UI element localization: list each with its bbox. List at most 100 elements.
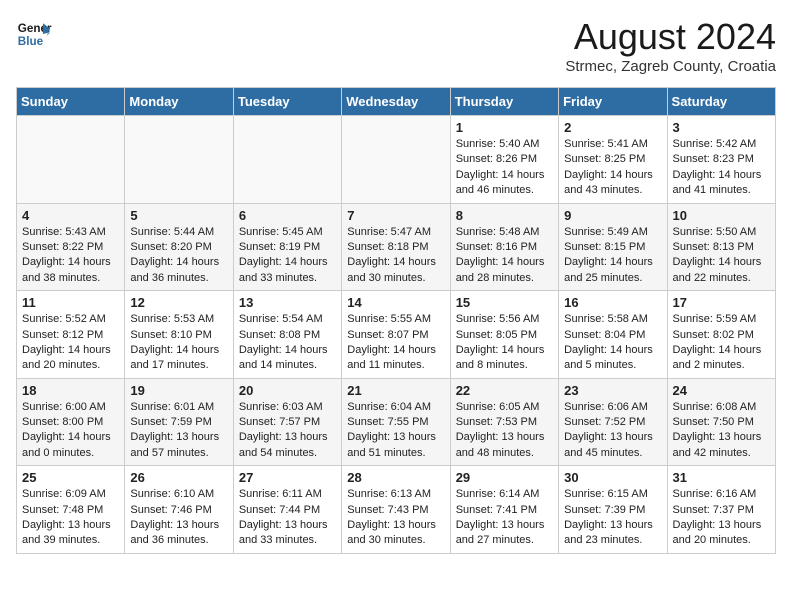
weekday-header: Sunday	[17, 88, 125, 116]
day-number: 17	[673, 295, 770, 310]
day-number: 13	[239, 295, 336, 310]
day-number: 5	[130, 208, 227, 223]
day-info: Sunrise: 5:53 AM Sunset: 8:10 PM Dayligh…	[130, 312, 227, 374]
day-number: 15	[456, 295, 553, 310]
day-info: Sunrise: 5:58 AM Sunset: 8:04 PM Dayligh…	[564, 312, 661, 374]
day-info: Sunrise: 6:09 AM Sunset: 7:48 PM Dayligh…	[22, 487, 119, 549]
calendar-cell: 28Sunrise: 6:13 AM Sunset: 7:43 PM Dayli…	[342, 466, 450, 554]
calendar-cell: 6Sunrise: 5:45 AM Sunset: 8:19 PM Daylig…	[233, 203, 341, 291]
calendar-cell: 7 Sunrise: 5:47 AM Sunset: 8:18 PM Daylig…	[342, 203, 450, 291]
calendar-week-row: 4 Sunrise: 5:43 AM Sunset: 8:22 PM Daylig…	[17, 203, 776, 291]
day-number: 20	[239, 383, 336, 398]
day-info: Sunrise: 6:14 AM Sunset: 7:41 PM Dayligh…	[456, 487, 553, 549]
calendar-cell: 19 Sunrise: 6:01 AM Sunset: 7:59 PM Dayli…	[125, 378, 233, 466]
calendar-cell: 20 Sunrise: 6:03 AM Sunset: 7:57 PM Dayli…	[233, 378, 341, 466]
day-number: 8	[456, 208, 553, 223]
calendar-cell: 21Sunrise: 6:04 AM Sunset: 7:55 PM Dayli…	[342, 378, 450, 466]
day-info: Sunrise: 6:03 AM Sunset: 7:57 PM Dayligh…	[239, 400, 336, 462]
day-info: Sunrise: 6:01 AM Sunset: 7:59 PM Dayligh…	[130, 400, 227, 462]
weekday-header: Friday	[559, 88, 667, 116]
calendar-cell: 17 Sunrise: 5:59 AM Sunset: 8:02 PM Dayli…	[667, 291, 775, 379]
day-number: 2	[564, 120, 661, 135]
day-info: Sunrise: 6:11 AM Sunset: 7:44 PM Dayligh…	[239, 487, 336, 549]
calendar-week-row: 11 Sunrise: 5:52 AM Sunset: 8:12 PM Dayli…	[17, 291, 776, 379]
calendar: SundayMondayTuesdayWednesdayThursdayFrid…	[16, 87, 776, 554]
weekday-header: Wednesday	[342, 88, 450, 116]
calendar-cell: 12 Sunrise: 5:53 AM Sunset: 8:10 PM Dayli…	[125, 291, 233, 379]
calendar-cell: 18Sunrise: 6:00 AM Sunset: 8:00 PM Dayli…	[17, 378, 125, 466]
logo: General Blue	[16, 16, 52, 52]
calendar-cell: 22 Sunrise: 6:05 AM Sunset: 7:53 PM Dayli…	[450, 378, 558, 466]
day-number: 28	[347, 470, 444, 485]
svg-text:Blue: Blue	[18, 35, 44, 48]
title-area: August 2024 Strmec, Zagreb County, Croat…	[565, 16, 776, 75]
day-number: 3	[673, 120, 770, 135]
month-title: August 2024	[565, 16, 776, 58]
calendar-cell	[125, 116, 233, 204]
calendar-cell: 30Sunrise: 6:15 AM Sunset: 7:39 PM Dayli…	[559, 466, 667, 554]
day-number: 27	[239, 470, 336, 485]
day-info: Sunrise: 5:59 AM Sunset: 8:02 PM Dayligh…	[673, 312, 770, 374]
weekday-header: Saturday	[667, 88, 775, 116]
calendar-cell: 29 Sunrise: 6:14 AM Sunset: 7:41 PM Dayli…	[450, 466, 558, 554]
day-number: 29	[456, 470, 553, 485]
day-info: Sunrise: 5:55 AM Sunset: 8:07 PM Dayligh…	[347, 312, 444, 374]
calendar-cell: 11 Sunrise: 5:52 AM Sunset: 8:12 PM Dayli…	[17, 291, 125, 379]
day-info: Sunrise: 6:08 AM Sunset: 7:50 PM Dayligh…	[673, 400, 770, 462]
calendar-cell: 25 Sunrise: 6:09 AM Sunset: 7:48 PM Dayli…	[17, 466, 125, 554]
day-number: 14	[347, 295, 444, 310]
day-info: Sunrise: 5:42 AM Sunset: 8:23 PM Dayligh…	[673, 137, 770, 199]
day-number: 7	[347, 208, 444, 223]
day-info: Sunrise: 5:50 AM Sunset: 8:13 PM Dayligh…	[673, 225, 770, 287]
day-info: Sunrise: 5:40 AM Sunset: 8:26 PM Dayligh…	[456, 137, 553, 199]
day-info: Sunrise: 5:48 AM Sunset: 8:16 PM Dayligh…	[456, 225, 553, 287]
calendar-cell	[342, 116, 450, 204]
day-number: 12	[130, 295, 227, 310]
calendar-week-row: 1 Sunrise: 5:40 AM Sunset: 8:26 PM Daylig…	[17, 116, 776, 204]
day-number: 11	[22, 295, 119, 310]
calendar-cell	[17, 116, 125, 204]
day-info: Sunrise: 6:10 AM Sunset: 7:46 PM Dayligh…	[130, 487, 227, 549]
calendar-cell: 10 Sunrise: 5:50 AM Sunset: 8:13 PM Dayli…	[667, 203, 775, 291]
day-number: 9	[564, 208, 661, 223]
day-number: 16	[564, 295, 661, 310]
day-info: Sunrise: 5:44 AM Sunset: 8:20 PM Dayligh…	[130, 225, 227, 287]
day-number: 26	[130, 470, 227, 485]
day-number: 22	[456, 383, 553, 398]
weekday-header: Tuesday	[233, 88, 341, 116]
calendar-cell: 1 Sunrise: 5:40 AM Sunset: 8:26 PM Daylig…	[450, 116, 558, 204]
day-info: Sunrise: 6:15 AM Sunset: 7:39 PM Dayligh…	[564, 487, 661, 549]
day-info: Sunrise: 6:16 AM Sunset: 7:37 PM Dayligh…	[673, 487, 770, 549]
day-number: 19	[130, 383, 227, 398]
day-number: 31	[673, 470, 770, 485]
day-number: 24	[673, 383, 770, 398]
day-number: 1	[456, 120, 553, 135]
day-number: 10	[673, 208, 770, 223]
calendar-cell: 26 Sunrise: 6:10 AM Sunset: 7:46 PM Dayli…	[125, 466, 233, 554]
calendar-cell: 15 Sunrise: 5:56 AM Sunset: 8:05 PM Dayli…	[450, 291, 558, 379]
day-info: Sunrise: 5:54 AM Sunset: 8:08 PM Dayligh…	[239, 312, 336, 374]
day-info: Sunrise: 6:05 AM Sunset: 7:53 PM Dayligh…	[456, 400, 553, 462]
calendar-cell	[233, 116, 341, 204]
calendar-cell: 3 Sunrise: 5:42 AM Sunset: 8:23 PM Daylig…	[667, 116, 775, 204]
day-info: Sunrise: 5:45 AM Sunset: 8:19 PM Dayligh…	[239, 225, 336, 287]
day-info: Sunrise: 5:52 AM Sunset: 8:12 PM Dayligh…	[22, 312, 119, 374]
day-info: Sunrise: 5:47 AM Sunset: 8:18 PM Dayligh…	[347, 225, 444, 287]
day-info: Sunrise: 5:49 AM Sunset: 8:15 PM Dayligh…	[564, 225, 661, 287]
calendar-cell: 2Sunrise: 5:41 AM Sunset: 8:25 PM Daylig…	[559, 116, 667, 204]
calendar-week-row: 18Sunrise: 6:00 AM Sunset: 8:00 PM Dayli…	[17, 378, 776, 466]
day-number: 25	[22, 470, 119, 485]
calendar-cell: 4 Sunrise: 5:43 AM Sunset: 8:22 PM Daylig…	[17, 203, 125, 291]
header: General Blue August 2024 Strmec, Zagreb …	[16, 16, 776, 75]
day-number: 4	[22, 208, 119, 223]
day-info: Sunrise: 5:56 AM Sunset: 8:05 PM Dayligh…	[456, 312, 553, 374]
logo-icon: General Blue	[16, 16, 52, 52]
day-info: Sunrise: 5:43 AM Sunset: 8:22 PM Dayligh…	[22, 225, 119, 287]
calendar-cell: 9 Sunrise: 5:49 AM Sunset: 8:15 PM Daylig…	[559, 203, 667, 291]
calendar-cell: 13 Sunrise: 5:54 AM Sunset: 8:08 PM Dayli…	[233, 291, 341, 379]
weekday-header: Monday	[125, 88, 233, 116]
calendar-cell: 23Sunrise: 6:06 AM Sunset: 7:52 PM Dayli…	[559, 378, 667, 466]
calendar-cell: 5 Sunrise: 5:44 AM Sunset: 8:20 PM Daylig…	[125, 203, 233, 291]
calendar-cell: 31 Sunrise: 6:16 AM Sunset: 7:37 PM Dayli…	[667, 466, 775, 554]
day-info: Sunrise: 6:06 AM Sunset: 7:52 PM Dayligh…	[564, 400, 661, 462]
